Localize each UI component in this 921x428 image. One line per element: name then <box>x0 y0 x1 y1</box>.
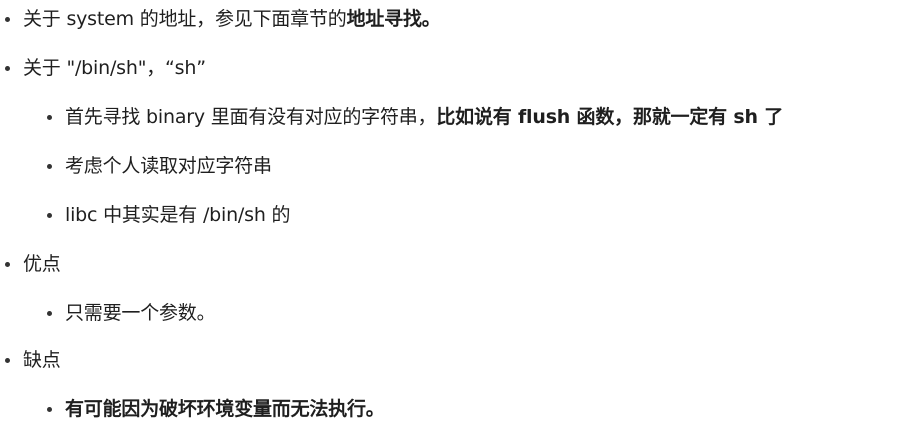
list-item-text: libc 中其实是有 /bin/sh 的 <box>65 200 291 230</box>
bullet-icon <box>45 394 57 424</box>
text-run: 优点 <box>23 253 61 275</box>
list-item-text: 只需要一个参数。 <box>65 298 216 328</box>
text-run: 只需要一个参数。 <box>65 302 216 324</box>
text-run: 缺点 <box>23 349 61 371</box>
bullet-icon <box>45 298 57 328</box>
list-item-text: 首先寻找 binary 里面有没有对应的字符串，比如说有 flush 函数，那就… <box>65 102 783 132</box>
text-run: 首先寻找 binary 里面有没有对应的字符串， <box>65 106 437 128</box>
list-item-text: 考虑个人读取对应字符串 <box>65 151 272 181</box>
bullet-icon <box>3 53 15 83</box>
bullet-icon <box>3 4 15 34</box>
document-body: 关于 system 的地址，参见下面章节的地址寻找。 关于 "/bin/sh"，… <box>0 0 921 428</box>
text-run: 考虑个人读取对应字符串 <box>65 155 272 177</box>
list-item-text: 关于 "/bin/sh"，“sh” <box>23 53 206 83</box>
bold-text-run: 地址寻找。 <box>346 8 441 30</box>
bullet-icon <box>3 249 15 279</box>
list-item-text: 关于 system 的地址，参见下面章节的地址寻找。 <box>23 4 441 34</box>
text-run: libc 中其实是有 /bin/sh 的 <box>65 204 291 226</box>
bold-text-run: 有可能因为破坏环境变量而无法执行。 <box>65 398 385 420</box>
list-item-text: 有可能因为破坏环境变量而无法执行。 <box>65 394 385 424</box>
bullet-icon <box>45 200 57 230</box>
bullet-icon <box>45 102 57 132</box>
bullet-icon <box>45 151 57 181</box>
list-item-text: 优点 <box>23 249 61 279</box>
text-run: 关于 system 的地址，参见下面章节的 <box>23 8 347 30</box>
text-run: 关于 "/bin/sh"，“sh” <box>23 57 206 79</box>
bold-text-run: 比如说有 flush 函数，那就一定有 sh 了 <box>436 106 784 128</box>
bullet-icon <box>3 345 15 375</box>
list-item-text: 缺点 <box>23 345 61 375</box>
